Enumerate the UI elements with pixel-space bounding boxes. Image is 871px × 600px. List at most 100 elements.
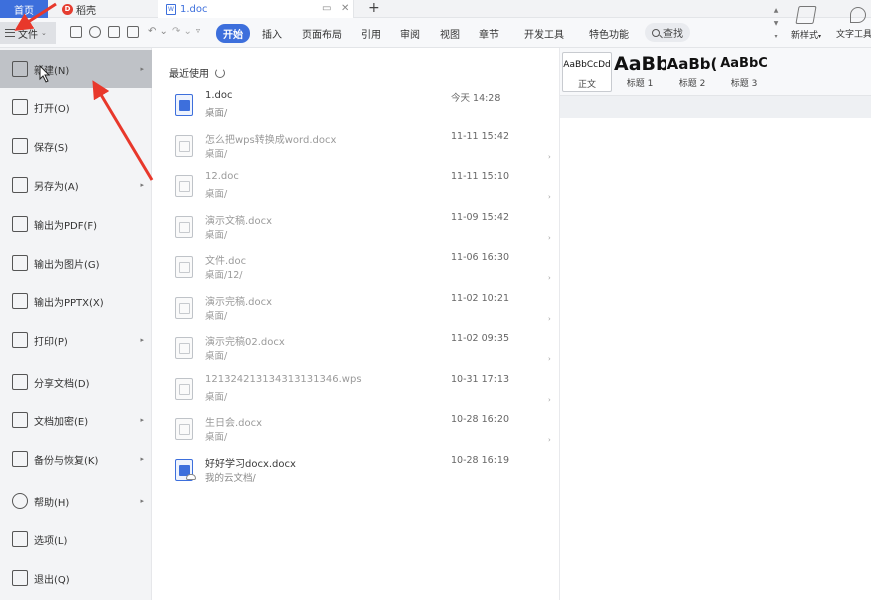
- word-file-icon: [175, 296, 193, 319]
- quick-access-more-icon[interactable]: ▿: [196, 26, 200, 35]
- text-tool-button[interactable]: 文字工具: [836, 4, 871, 40]
- file-menu-item-5[interactable]: 输出为图片(G): [0, 244, 152, 282]
- file-menu-label: 输出为PDF(F): [34, 220, 98, 232]
- tab-insert[interactable]: 插入: [262, 26, 282, 41]
- undo-icon[interactable]: ↶ ⌄: [148, 26, 168, 37]
- submenu-arrow-icon: ▸: [140, 336, 144, 344]
- submenu-arrow-icon: ▸: [140, 497, 144, 505]
- recent-file-row[interactable]: 生日会.docx 桌面/10-28 16:20 ›: [152, 414, 560, 454]
- file-menu-label: 打印(P): [34, 336, 68, 348]
- chevron-right-icon[interactable]: ›: [548, 274, 551, 282]
- tab-chapter[interactable]: 章节: [479, 26, 499, 41]
- recent-file-row[interactable]: 演示完稿02.docx 桌面/11-02 09:35 ›: [152, 333, 560, 373]
- tab-view[interactable]: 视图: [440, 26, 460, 41]
- chevron-right-icon[interactable]: ›: [548, 315, 551, 323]
- recent-file-row[interactable]: 12132421313431313​1346.wps 桌面/10-31 17:13…: [152, 374, 560, 414]
- file-name: 1.doc: [205, 90, 233, 101]
- file-name: 怎么把wps转换成word.docx: [205, 134, 337, 146]
- file-menu-item-2[interactable]: 保存(S): [0, 127, 152, 165]
- file-path: 桌面/: [205, 351, 228, 362]
- file-menu-item-10[interactable]: 备份与恢复(K) ▸: [0, 440, 152, 478]
- word-file-icon: [175, 215, 193, 238]
- refresh-icon[interactable]: [215, 67, 225, 78]
- format-painter-icon[interactable]: [89, 26, 101, 38]
- word-file-icon: [175, 256, 193, 278]
- print-preview-icon[interactable]: [127, 26, 139, 38]
- redo-icon[interactable]: ↷ ⌄: [172, 26, 192, 37]
- file-path: 桌面/: [205, 229, 228, 241]
- recent-file-row[interactable]: 好好学习docx.docx 我的云文档/10-28 16:19: [152, 455, 560, 495]
- file-menu-item-13[interactable]: 退出(Q): [0, 559, 152, 597]
- tab-home[interactable]: 首页: [0, 0, 48, 18]
- tab-start[interactable]: 开始: [216, 24, 250, 43]
- file-name: 好好学习docx.docx: [205, 458, 296, 470]
- word-file-icon: [175, 175, 193, 197]
- pin-tab-icon[interactable]: ▭: [322, 0, 331, 18]
- recent-file-row[interactable]: 演示文稿.docx 桌面/11-09 15:42 ›: [152, 212, 560, 252]
- file-time: 11-11 15:10: [451, 171, 510, 182]
- file-menu-item-3[interactable]: 另存为(A) ▸: [0, 166, 152, 204]
- recent-title: 最近使用: [169, 65, 225, 80]
- tab-review[interactable]: 审阅: [400, 26, 420, 41]
- file-time: 11-09 15:42: [451, 211, 510, 223]
- file-path: 桌面/: [205, 148, 228, 160]
- tab-references[interactable]: 引用: [361, 26, 381, 41]
- new-style-button[interactable]: 新样式▾: [786, 4, 826, 41]
- recent-file-row[interactable]: 1.doc 桌面/今天 14:28: [152, 90, 560, 130]
- tab-developer[interactable]: 开发工具: [524, 26, 564, 41]
- new-tab-plus-icon[interactable]: +: [368, 0, 380, 18]
- recent-file-row[interactable]: 12.doc 桌面/11-11 15:10 ›: [152, 171, 560, 211]
- save-quick-icon[interactable]: [70, 26, 82, 38]
- chevron-right-icon[interactable]: ›: [548, 355, 551, 363]
- file-menu-item-1[interactable]: 打开(O): [0, 88, 152, 126]
- canvas-margin: [560, 96, 871, 118]
- tab-daoke[interactable]: D 稻壳: [48, 0, 158, 18]
- file-menu-label: 输出为PPTX(X): [34, 297, 104, 309]
- file-menu-button[interactable]: 文件 ⌄: [0, 22, 56, 44]
- recent-file-row[interactable]: 文件.doc 桌面/12/11-06 16:30 ›: [152, 252, 560, 292]
- file-menu-item-4[interactable]: 输出为PDF(F): [0, 205, 152, 243]
- style-heading-2[interactable]: AaBb( 标题 2: [666, 52, 718, 92]
- document-canvas[interactable]: [560, 96, 871, 600]
- chevron-right-icon[interactable]: ›: [548, 234, 551, 242]
- recent-file-row[interactable]: 演示完稿.docx 桌面/11-02 10:21 ›: [152, 293, 560, 333]
- file-menu-item-6[interactable]: 输出为PPTX(X): [0, 282, 152, 320]
- recent-file-row[interactable]: 怎么把wps转换成word.docx 桌面/11-11 15:42 ›: [152, 131, 560, 171]
- style-heading-3[interactable]: AaBbC 标题 3: [718, 52, 770, 92]
- chevron-right-icon[interactable]: ›: [548, 193, 551, 201]
- file-menu-item-9[interactable]: 文档加密(E) ▸: [0, 401, 152, 439]
- file-menu-item-7[interactable]: 打印(P) ▸: [0, 321, 152, 359]
- style-heading-1[interactable]: AaBb 标题 1: [614, 52, 666, 92]
- tab-special-features[interactable]: 特色功能: [589, 26, 629, 41]
- style-gallery-scroll[interactable]: ▲ ▼ ▾: [772, 4, 780, 44]
- file-menu-item-12[interactable]: 选项(L): [0, 520, 152, 558]
- image-icon: [12, 255, 28, 271]
- file-menu-item-0[interactable]: 新建(N) ▸: [0, 50, 152, 88]
- close-tab-icon[interactable]: ✕: [341, 0, 349, 18]
- search-button[interactable]: 查找: [645, 23, 690, 42]
- save-icon: [12, 138, 28, 154]
- chevron-right-icon[interactable]: ›: [548, 396, 551, 404]
- chevron-down-icon: ⌄: [41, 29, 47, 37]
- file-time: 11-02 09:35: [451, 333, 510, 344]
- file-time: 11-06 16:30: [451, 252, 510, 263]
- chevron-right-icon[interactable]: ›: [548, 436, 551, 444]
- title-tab-bar: 首页 D 稻壳 W 1.doc ▭ ✕ +: [0, 0, 871, 18]
- print-quick-icon[interactable]: [108, 26, 120, 38]
- chevron-right-icon[interactable]: ›: [548, 153, 551, 161]
- file-time: 10-28 16:20: [451, 414, 510, 425]
- file-menu-item-11[interactable]: 帮助(H) ▸: [0, 482, 152, 520]
- file-time: 11-02 10:21: [451, 292, 510, 304]
- pdf-icon: [12, 216, 28, 232]
- file-menu-label: 帮助(H): [34, 497, 70, 509]
- file-name: 演示完稿.docx: [205, 296, 273, 308]
- style-normal[interactable]: AaBbCcDd 正文: [562, 52, 612, 92]
- word-doc-icon: W: [166, 3, 176, 15]
- file-menu-item-8[interactable]: 分享文档(D): [0, 363, 152, 401]
- file-path: 桌面/: [205, 310, 228, 322]
- file-name: 文件.doc: [205, 256, 247, 267]
- file-time: 今天 14:28: [451, 93, 501, 104]
- file-path: 桌面/: [205, 391, 228, 403]
- new-style-icon: [795, 6, 817, 24]
- tab-page-layout[interactable]: 页面布局: [302, 26, 342, 41]
